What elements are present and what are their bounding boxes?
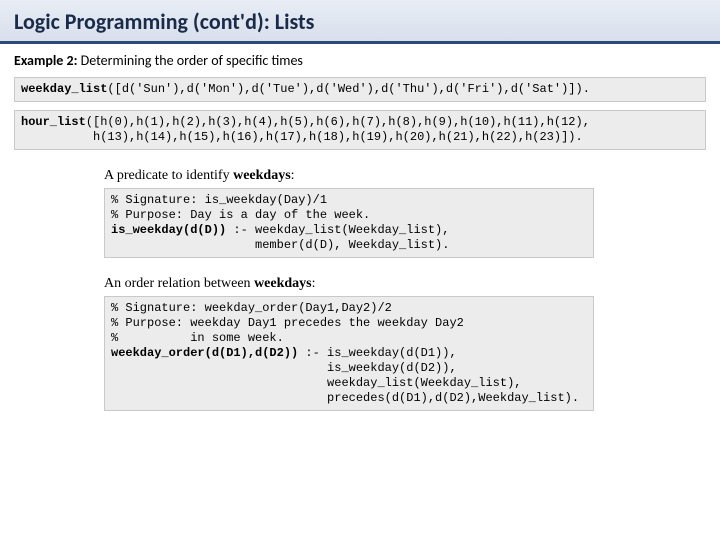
code-rest: ([d('Sun'),d('Mon'),d('Tue'),d('Wed'),d(…: [107, 82, 589, 96]
example-text: Determining the order of specific times: [77, 52, 302, 69]
code-line: % Purpose: Day is a day of the week.: [111, 208, 370, 222]
heading-bold: weekdays: [233, 168, 291, 183]
code-rest: :- weekday_list(Weekday_list),: [226, 223, 449, 237]
code-kw: weekday_list: [21, 82, 107, 96]
code-hour-list: hour_list([h(0),h(1),h(2),h(3),h(4),h(5)…: [14, 110, 706, 150]
section-weekday-order: An order relation between weekdays: % Si…: [104, 276, 706, 411]
content-area: Example 2: Determining the order of spec…: [0, 44, 720, 411]
code-line: precedes(d(D1),d(D2),Weekday_list).: [111, 391, 579, 405]
example-heading: Example 2: Determining the order of spec…: [14, 52, 706, 69]
code-line: % in some week.: [111, 331, 284, 345]
code-line: % Signature: is_weekday(Day)/1: [111, 193, 327, 207]
code-weekday-order: % Signature: weekday_order(Day1,Day2)/2 …: [104, 296, 594, 411]
code-line1: ([h(0),h(1),h(2),h(3),h(4),h(5),h(6),h(7…: [86, 115, 590, 129]
heading-post: :: [291, 168, 295, 183]
heading-bold: weekdays: [254, 276, 312, 291]
section-heading: An order relation between weekdays:: [104, 276, 706, 292]
code-kw: is_weekday(d(D)): [111, 223, 226, 237]
section-heading: A predicate to identify weekdays:: [104, 168, 706, 184]
code-kw: hour_list: [21, 115, 86, 129]
code-line: weekday_list(Weekday_list),: [111, 376, 521, 390]
code-line2: h(13),h(14),h(15),h(16),h(17),h(18),h(19…: [21, 130, 583, 144]
code-line: member(d(D), Weekday_list).: [111, 238, 449, 252]
code-line: is_weekday(d(D2)),: [111, 361, 457, 375]
page-title: Logic Programming (cont'd): Lists: [14, 8, 706, 35]
code-line: % Purpose: weekday Day1 precedes the wee…: [111, 316, 464, 330]
heading-pre: An order relation between: [104, 276, 254, 291]
heading-post: :: [312, 276, 316, 291]
code-line: % Signature: weekday_order(Day1,Day2)/2: [111, 301, 392, 315]
code-rest: :- is_weekday(d(D1)),: [298, 346, 456, 360]
code-weekday-list: weekday_list([d('Sun'),d('Mon'),d('Tue')…: [14, 77, 706, 102]
heading-pre: A predicate to identify: [104, 168, 233, 183]
section-is-weekday: A predicate to identify weekdays: % Sign…: [104, 168, 706, 258]
example-label: Example 2:: [14, 52, 77, 69]
code-kw: weekday_order(d(D1),d(D2)): [111, 346, 298, 360]
header-bar: Logic Programming (cont'd): Lists: [0, 0, 720, 44]
code-is-weekday: % Signature: is_weekday(Day)/1 % Purpose…: [104, 188, 594, 258]
